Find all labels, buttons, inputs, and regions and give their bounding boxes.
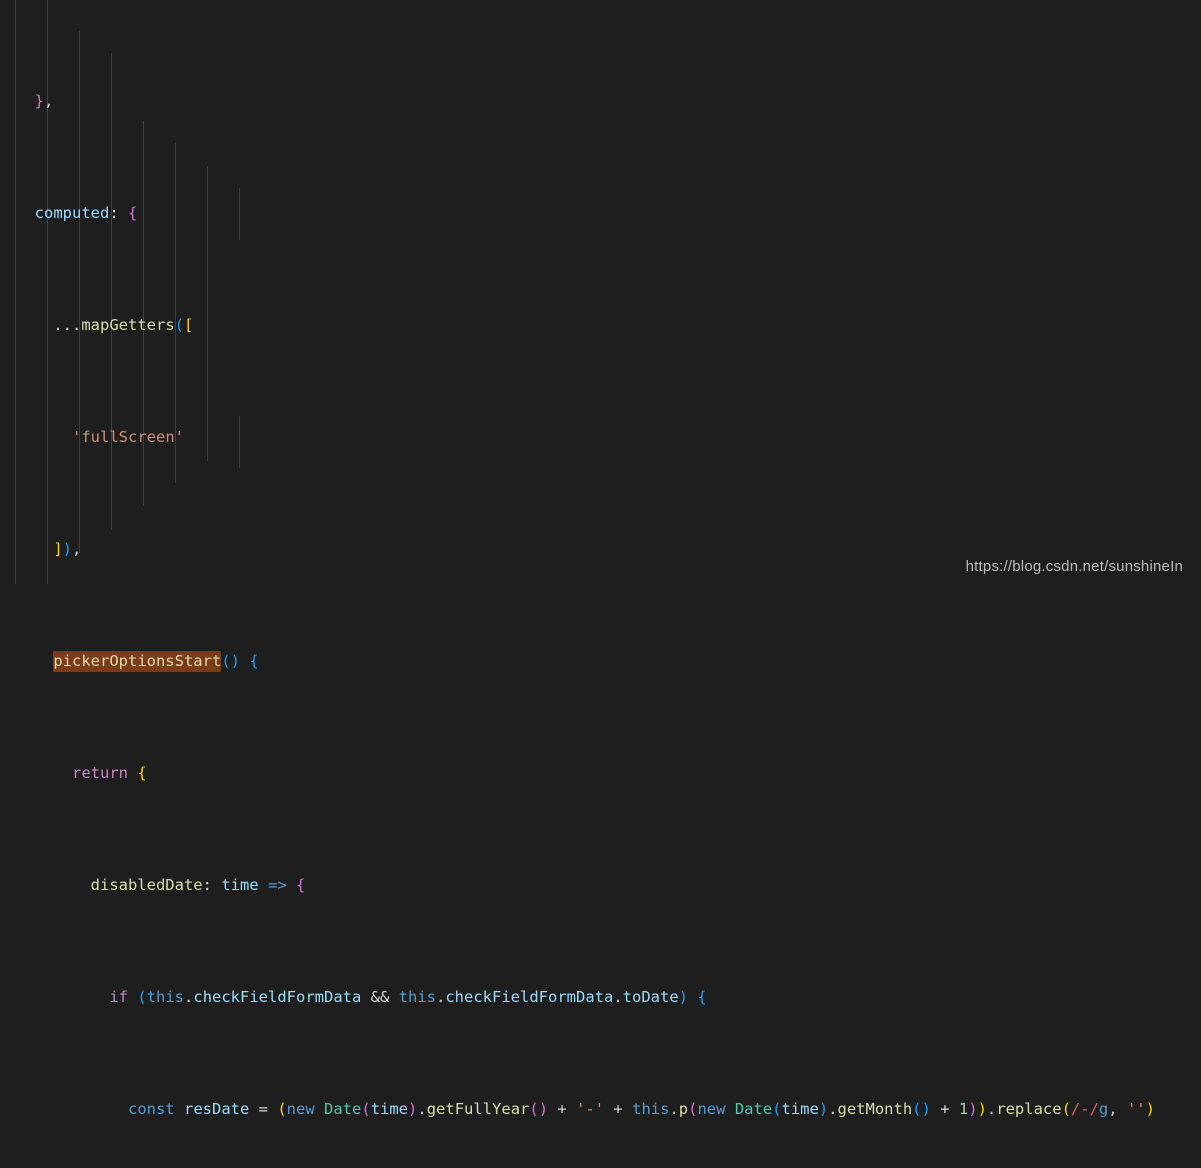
selected-word-pickeroptionsstart[interactable]: pickerOptionsStart <box>53 650 222 672</box>
code-line-selected[interactable]: pickerOptionsStart() { <box>0 650 1201 672</box>
code-line[interactable]: ]), <box>0 538 1201 560</box>
code-line[interactable]: computed: { <box>0 202 1201 224</box>
code-line[interactable]: if (this.checkFieldFormData && this.chec… <box>0 986 1201 1008</box>
code-line[interactable]: const resDate = (new Date(time).getFullY… <box>0 1098 1201 1120</box>
code-line[interactable]: 'fullScreen' <box>0 426 1201 448</box>
source-code[interactable]: }, computed: { ...mapGetters([ 'fullScre… <box>0 0 1201 1168</box>
code-line[interactable]: }, <box>0 90 1201 112</box>
code-line[interactable]: ...mapGetters([ <box>0 314 1201 336</box>
code-line[interactable]: disabledDate: time => { <box>0 874 1201 896</box>
code-line[interactable]: return { <box>0 762 1201 784</box>
watermark-url: https://blog.csdn.net/sunshineIn <box>965 558 1183 575</box>
code-editor-viewport[interactable]: }, computed: { ...mapGetters([ 'fullScre… <box>0 0 1201 1118</box>
